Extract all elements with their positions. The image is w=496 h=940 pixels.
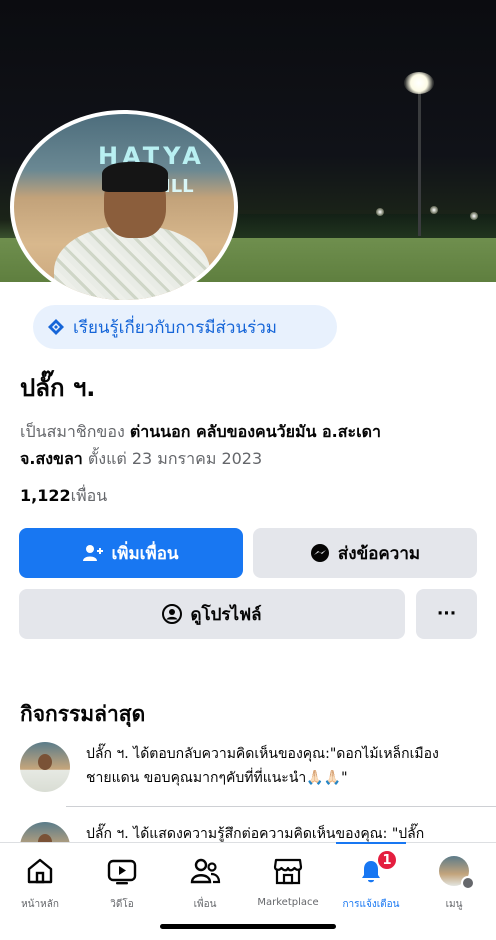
nav-home[interactable]: หน้าหลัก [0, 855, 80, 912]
learn-engagement-label: เรียนรู้เกี่ยวกับการมีส่วนร่วม [73, 317, 277, 338]
more-options-label: ··· [436, 604, 457, 624]
cover-small-light [376, 208, 384, 216]
menu-avatar [439, 856, 475, 890]
nav-notifications-label: การแจ้งเตือน [342, 899, 400, 910]
send-message-button[interactable]: ส่งข้อความ [253, 528, 477, 578]
profile-avatar[interactable]: HATYA ILL [10, 110, 238, 304]
messenger-icon [310, 543, 330, 563]
notification-badge: 1 [376, 849, 398, 871]
activity-avatar [20, 742, 70, 792]
nav-notifications[interactable]: 1 การแจ้งเตือน [331, 849, 411, 912]
home-icon [25, 855, 55, 887]
member-since: ตั้งแต่ 23 มกราคม 2023 [87, 449, 263, 468]
recent-activity-title: กิจกรรมล่าสุด [20, 702, 146, 726]
friends-count: 1,122เพื่อน [20, 484, 107, 509]
nav-marketplace-label: Marketplace [257, 897, 319, 908]
menu-avatar-icon [439, 855, 475, 890]
nav-menu[interactable]: เมนู [414, 855, 494, 912]
friends-count-value: 1,122 [20, 486, 71, 505]
cover-small-light [430, 206, 438, 214]
avatar-sign-text-2: ILL [164, 176, 194, 197]
nav-menu-label: เมนู [445, 899, 463, 910]
view-profile-button[interactable]: ดูโปรไฟล์ [19, 589, 405, 639]
member-prefix: เป็นสมาชิกของ [20, 422, 125, 441]
diamond-icon [47, 318, 65, 336]
group-name-link-2[interactable]: จ.สงขลา [20, 449, 83, 468]
activity-divider [66, 806, 496, 807]
cover-stadium-light [404, 72, 434, 94]
send-message-label: ส่งข้อความ [337, 543, 421, 564]
nav-video-label: วิดีโอ [110, 899, 134, 910]
avatar-photo: HATYA ILL [14, 114, 234, 300]
home-indicator[interactable] [160, 924, 336, 929]
nav-home-label: หน้าหลัก [21, 899, 59, 910]
nav-marketplace[interactable]: Marketplace [248, 855, 328, 908]
learn-engagement-button[interactable]: เรียนรู้เกี่ยวกับการมีส่วนร่วม [33, 305, 337, 349]
marketplace-icon [272, 855, 304, 887]
cover-light-pole [418, 86, 421, 236]
friends-icon [189, 855, 221, 887]
video-icon [106, 855, 138, 887]
user-circle-icon [162, 604, 183, 624]
avatar-person-hair [102, 162, 168, 192]
activity-text: ปลั๊ก ฯ. ได้ตอบกลับความคิดเห็นของคุณ:"ดอ… [86, 746, 439, 786]
cover-treeline [230, 214, 496, 240]
nav-friends[interactable]: เพื่อน [165, 855, 245, 912]
add-friend-button[interactable]: เพิ่มเพื่อน [19, 528, 243, 578]
group-name-link[interactable]: ต่านนอก คลับของคนวัยมัน อ.สะเดา [130, 422, 381, 441]
view-profile-label: ดูโปรไฟล์ [190, 604, 262, 625]
profile-name: ปลั๊ก ฯ. [20, 374, 96, 402]
menu-badge-icon [461, 876, 475, 890]
bell-icon: 1 [356, 849, 398, 887]
friends-label: เพื่อน [70, 486, 108, 505]
cover-small-light [470, 212, 478, 220]
add-friend-label: เพิ่มเพื่อน [111, 543, 179, 564]
group-membership-info: เป็นสมาชิกของ ต่านนอก คลับของคนวัยมัน อ.… [20, 418, 480, 472]
add-friend-icon [83, 544, 104, 562]
more-options-button[interactable]: ··· [416, 589, 477, 639]
nav-video[interactable]: วิดีโอ [82, 855, 162, 912]
active-tab-indicator [336, 842, 406, 844]
nav-friends-label: เพื่อน [193, 899, 217, 910]
